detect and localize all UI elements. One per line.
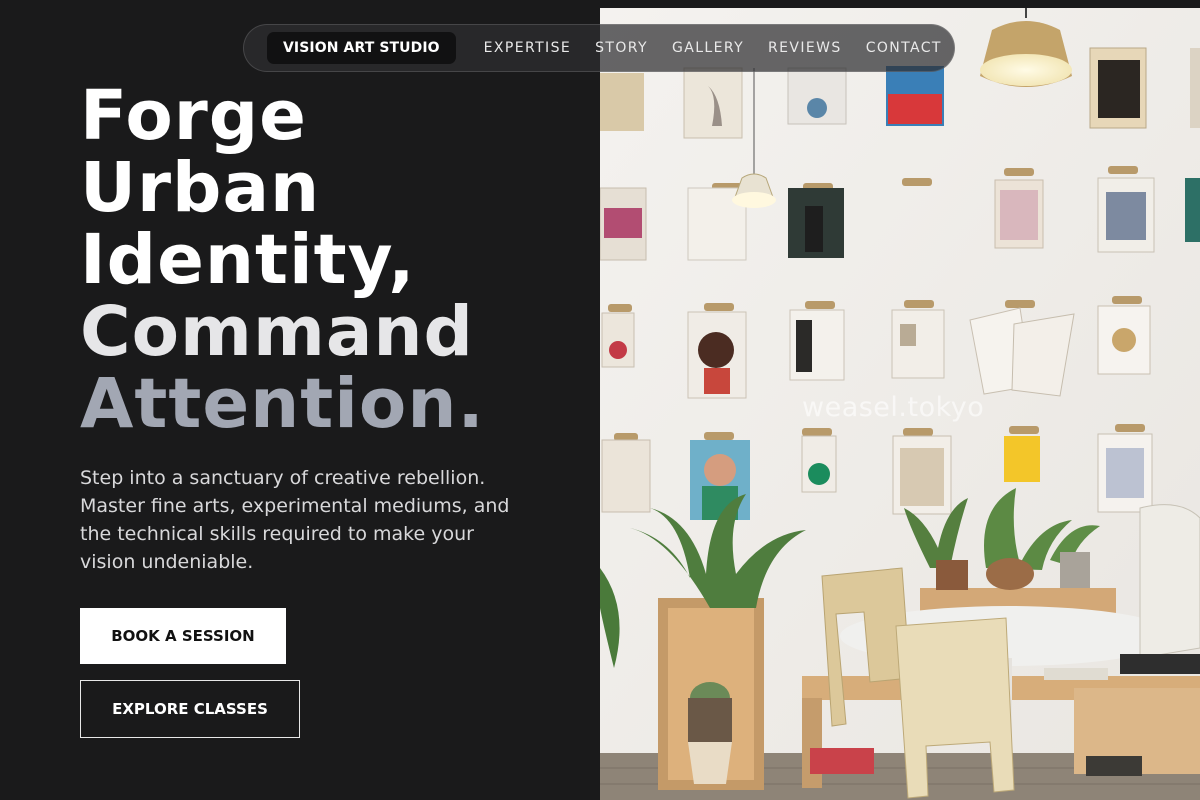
nav-link-expertise[interactable]: EXPERTISE — [472, 40, 583, 56]
top-navigation: VISION ART STUDIO EXPERTISE STORY GALLER… — [243, 24, 955, 72]
brand-logo[interactable]: VISION ART STUDIO — [267, 32, 456, 64]
hero-headline: Forge Urban Identity, Command Attention. — [80, 80, 485, 440]
headline-line-1: Forge — [80, 76, 307, 156]
explore-classes-button[interactable]: EXPLORE CLASSES — [80, 680, 300, 738]
nav-links: EXPERTISE STORY GALLERY REVIEWS CONTACT — [472, 40, 954, 56]
headline-line-2: Urban — [80, 148, 321, 228]
nav-link-story[interactable]: STORY — [583, 40, 660, 56]
headline-line-5: Attention. — [80, 364, 485, 444]
image-watermark: weasel.tokyo — [802, 392, 985, 423]
book-session-button[interactable]: BOOK A SESSION — [80, 608, 286, 664]
nav-link-reviews[interactable]: REVIEWS — [756, 40, 854, 56]
hero-description: Step into a sanctuary of creative rebell… — [80, 467, 510, 573]
nav-link-contact[interactable]: CONTACT — [854, 40, 954, 56]
landing-page: weasel.tokyo VISION ART STUDIO EXPERTISE… — [0, 0, 1200, 800]
headline-line-3: Identity, — [80, 220, 416, 300]
headline-line-4: Command — [80, 292, 474, 372]
nav-link-gallery[interactable]: GALLERY — [660, 40, 756, 56]
